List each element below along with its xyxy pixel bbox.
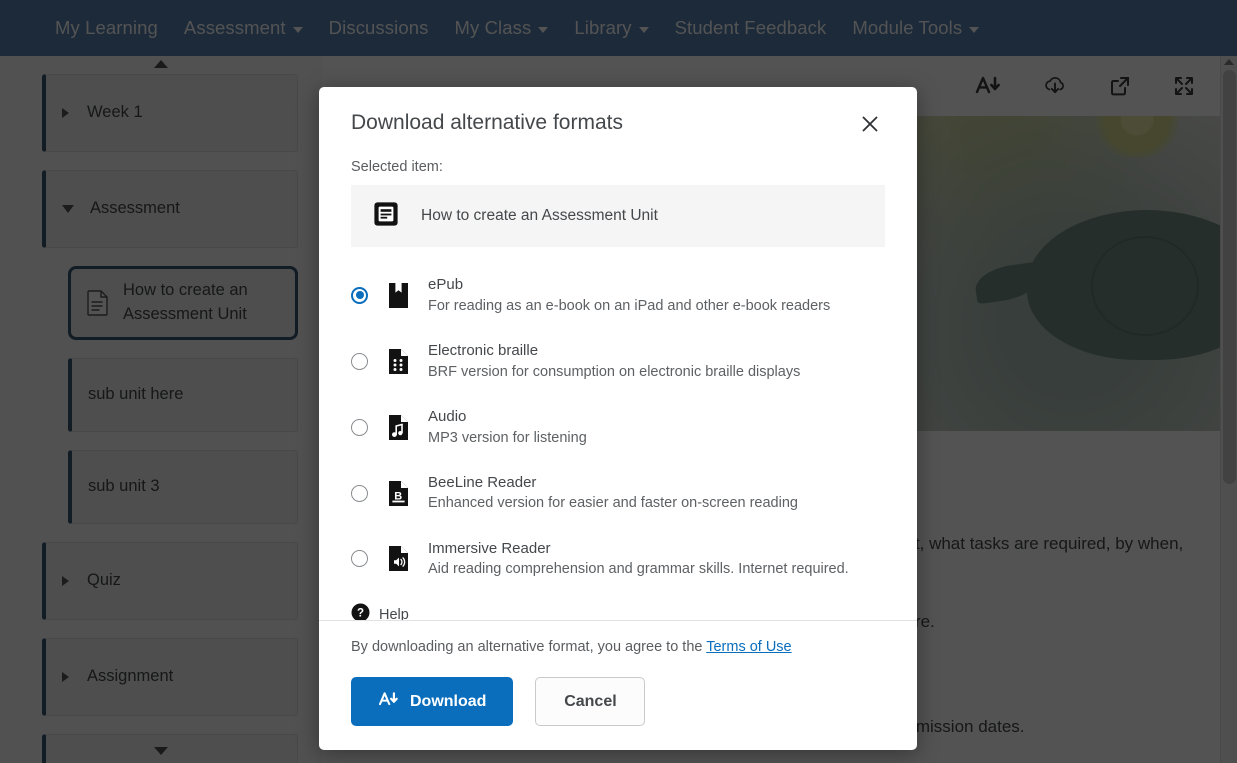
radio-immersive-reader[interactable] [351, 550, 368, 568]
audio-file-icon [385, 414, 411, 441]
format-options-list: ePub For reading as an e-book on an iPad… [351, 269, 885, 585]
help-link[interactable]: Help [379, 607, 409, 620]
format-option-audio[interactable]: Audio MP3 version for listening [351, 401, 885, 454]
format-option-title: Audio [428, 407, 467, 425]
format-option-description: Aid reading comprehension and grammar sk… [428, 561, 849, 578]
download-button-label: Download [410, 692, 487, 710]
dialog-buttons: Download Cancel [351, 677, 885, 726]
dialog-body: Selected item: How to create an Assessme… [319, 139, 917, 620]
terms-line: By downloading an alternative format, yo… [351, 639, 885, 655]
dialog-footer: By downloading an alternative format, yo… [319, 620, 917, 750]
beeline-file-icon: B [385, 480, 411, 507]
document-text-icon [373, 201, 399, 232]
format-option-description: Enhanced version for easier and faster o… [428, 495, 798, 512]
radio-electronic-braille[interactable] [351, 352, 368, 370]
format-option-epub[interactable]: ePub For reading as an e-book on an iPad… [351, 269, 885, 322]
immersive-reader-file-icon [385, 545, 411, 572]
braille-file-icon [385, 348, 411, 375]
selected-item-row: How to create an Assessment Unit [351, 185, 885, 247]
download-button[interactable]: Download [351, 677, 514, 726]
radio-epub[interactable] [351, 286, 368, 304]
help-circle-icon: ? [351, 603, 370, 620]
format-option-description: For reading as an e-book on an iPad and … [428, 297, 831, 314]
dialog-header: Download alternative formats [319, 87, 917, 139]
help-row[interactable]: ? Help [351, 603, 885, 620]
format-option-description: BRF version for consumption on electroni… [428, 363, 801, 380]
terms-of-use-link[interactable]: Terms of Use [706, 639, 791, 655]
dialog-title: Download alternative formats [351, 111, 623, 134]
format-option-title: ePub [428, 276, 464, 293]
svg-text:?: ? [357, 608, 364, 620]
format-option-description: MP3 version for listening [428, 429, 587, 446]
format-option-title: Electronic braille [428, 341, 539, 359]
format-option-beeline-reader[interactable]: B BeeLine Reader Enhanced version for ea… [351, 467, 885, 520]
format-option-electronic-braille[interactable]: Electronic braille BRF version for consu… [351, 335, 885, 388]
epub-book-icon [385, 282, 411, 309]
close-icon[interactable] [855, 109, 885, 139]
format-option-immersive-reader[interactable]: Immersive Reader Aid reading comprehensi… [351, 533, 885, 586]
selected-item-name: How to create an Assessment Unit [421, 207, 658, 224]
cancel-button[interactable]: Cancel [535, 677, 646, 726]
format-option-title: BeeLine Reader [428, 473, 537, 491]
radio-beeline-reader[interactable] [351, 484, 368, 502]
selected-item-label: Selected item: [351, 159, 443, 175]
page-root: My Learning Assessment Discussions My Cl… [0, 0, 1237, 763]
terms-prefix-text: By downloading an alternative format, yo… [351, 639, 707, 655]
download-alternative-formats-dialog: Download alternative formats Selected it… [319, 87, 917, 750]
alternative-formats-icon [378, 691, 399, 713]
cancel-button-label: Cancel [564, 692, 617, 710]
radio-audio[interactable] [351, 418, 368, 436]
format-option-title: Immersive Reader [428, 539, 551, 557]
